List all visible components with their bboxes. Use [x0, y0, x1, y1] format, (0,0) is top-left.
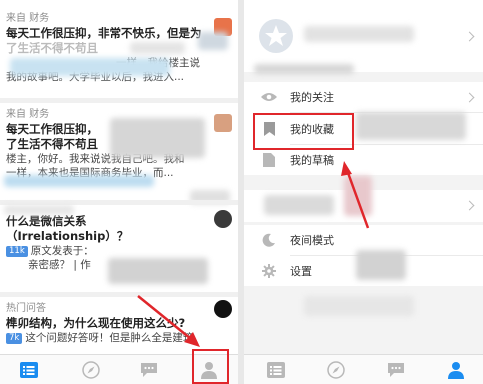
compass-icon — [82, 361, 100, 379]
feed-item-excerpt: 11k 原文发表于： — [6, 244, 232, 258]
blurred-region — [254, 64, 354, 74]
feed-excerpt-text: 原文发表于： — [30, 245, 94, 257]
chat-icon — [388, 363, 404, 377]
upvote-count-badge: 11k — [6, 246, 28, 257]
highlight-box-profile-tab — [192, 349, 229, 384]
blurred-region — [356, 250, 406, 280]
menu-item-label: 我的关注 — [290, 91, 334, 104]
eye-icon — [260, 88, 278, 106]
menu-item-following[interactable]: 我的关注 — [244, 82, 483, 112]
highlight-box-favorites — [253, 113, 354, 150]
author-avatar[interactable] — [214, 114, 232, 132]
feed-item[interactable]: 热门问答 榫卯结构，为什么现在使用这么少? 7k 这个问题好答呀！但是肿么全是建筑 — [0, 302, 238, 345]
chevron-right-icon — [464, 31, 475, 42]
feed-item-title-line2[interactable]: （Irrelationship）？ — [6, 229, 232, 244]
blurred-region — [108, 258, 208, 284]
chevron-right-icon — [464, 92, 475, 102]
list-icon — [267, 362, 285, 378]
person-icon — [448, 362, 464, 379]
blurred-region — [304, 296, 414, 316]
tab-messages[interactable] — [129, 355, 169, 384]
draft-icon — [260, 151, 278, 169]
blurred-region — [304, 26, 414, 42]
right-screenshot-profile-menu: 我的关注 我的收藏 我的草稿 夜间模式 设置 — [244, 0, 483, 384]
author-avatar[interactable] — [214, 210, 232, 228]
default-avatar-icon — [259, 19, 293, 53]
chat-icon — [141, 363, 157, 377]
feed-divider — [0, 292, 238, 297]
feed-divider — [0, 98, 238, 103]
list-icon — [20, 362, 38, 378]
tab-explore[interactable] — [316, 355, 356, 384]
feed-item-excerpt: 7k 这个问题好答呀！但是肿么全是建筑 — [6, 331, 232, 345]
bottom-tab-bar — [244, 354, 483, 384]
profile-header[interactable] — [244, 0, 483, 72]
moon-icon — [260, 231, 278, 249]
feed-item-source: 来自 财务 — [6, 13, 50, 24]
gear-icon — [260, 262, 278, 280]
tab-explore[interactable] — [71, 355, 111, 384]
tab-home[interactable] — [9, 355, 49, 384]
left-screenshot-home-feed: 来自 财务 每天工作很压抑，非常不快乐，但是为 了生活不得不苟且 ...一样，我… — [0, 0, 238, 384]
blurred-region — [356, 112, 466, 140]
feed-excerpt-text: 这个问题好答呀！但是肿么全是建筑 — [25, 332, 194, 344]
feed-item-source: 热门问答 — [6, 303, 46, 314]
tab-profile[interactable] — [436, 355, 476, 384]
feed-item-title[interactable]: 什么是微信关系 — [6, 214, 232, 229]
blurred-region — [344, 176, 372, 216]
tab-home[interactable] — [256, 355, 296, 384]
feed-item-title[interactable]: 榫卯结构，为什么现在使用这么少? — [6, 316, 232, 331]
upvote-count-badge: 7k — [6, 333, 23, 344]
blurred-region — [130, 42, 185, 54]
menu-item-label: 夜间模式 — [290, 234, 334, 247]
blurred-region — [198, 32, 228, 50]
tab-messages[interactable] — [376, 355, 416, 384]
menu-item-label: 设置 — [290, 265, 312, 278]
chevron-right-icon — [464, 200, 475, 211]
blurred-region — [4, 175, 154, 187]
blurred-region — [110, 118, 205, 158]
author-avatar[interactable] — [214, 300, 232, 318]
compass-icon — [327, 361, 345, 379]
blurred-region — [4, 205, 74, 215]
blurred-region — [10, 58, 170, 76]
blurred-region — [264, 195, 334, 215]
menu-item-label: 我的草稿 — [290, 154, 334, 167]
